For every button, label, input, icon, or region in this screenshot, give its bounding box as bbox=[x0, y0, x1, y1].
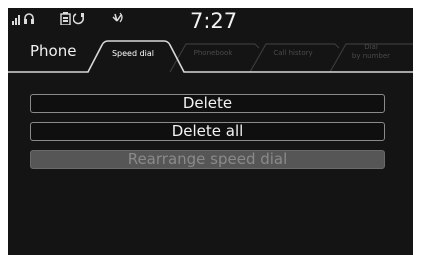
tab-call-history[interactable]: Call history bbox=[258, 49, 328, 58]
tab-phonebook[interactable]: Phonebook bbox=[178, 49, 248, 58]
delete-button[interactable]: Delete bbox=[30, 94, 385, 113]
rearrange-speed-dial-button: Rearrange speed dial bbox=[30, 150, 385, 169]
status-bar: 7:27 bbox=[8, 8, 413, 36]
page-title: Phone bbox=[30, 42, 77, 60]
tab-dial-label-line2: by number bbox=[351, 52, 391, 60]
tab-speed-dial[interactable]: Speed dial bbox=[98, 49, 168, 58]
handset-icon bbox=[72, 12, 85, 30]
signal-strength-icon bbox=[12, 12, 22, 30]
tab-bar: Phone Speed dial Phonebook Call history … bbox=[8, 34, 413, 74]
tab-dial-label-line1: Dial bbox=[364, 43, 378, 51]
delete-all-button[interactable]: Delete all bbox=[30, 122, 385, 141]
tab-dial-by-number[interactable]: Dial by number bbox=[340, 43, 402, 61]
bluetooth-phone-icon bbox=[111, 12, 125, 30]
battery-icon bbox=[60, 12, 72, 30]
headset-icon bbox=[23, 12, 35, 30]
clock: 7:27 bbox=[190, 9, 238, 33]
phone-screen: 7:27 Phone Speed dial Phonebook Call his… bbox=[8, 8, 413, 255]
